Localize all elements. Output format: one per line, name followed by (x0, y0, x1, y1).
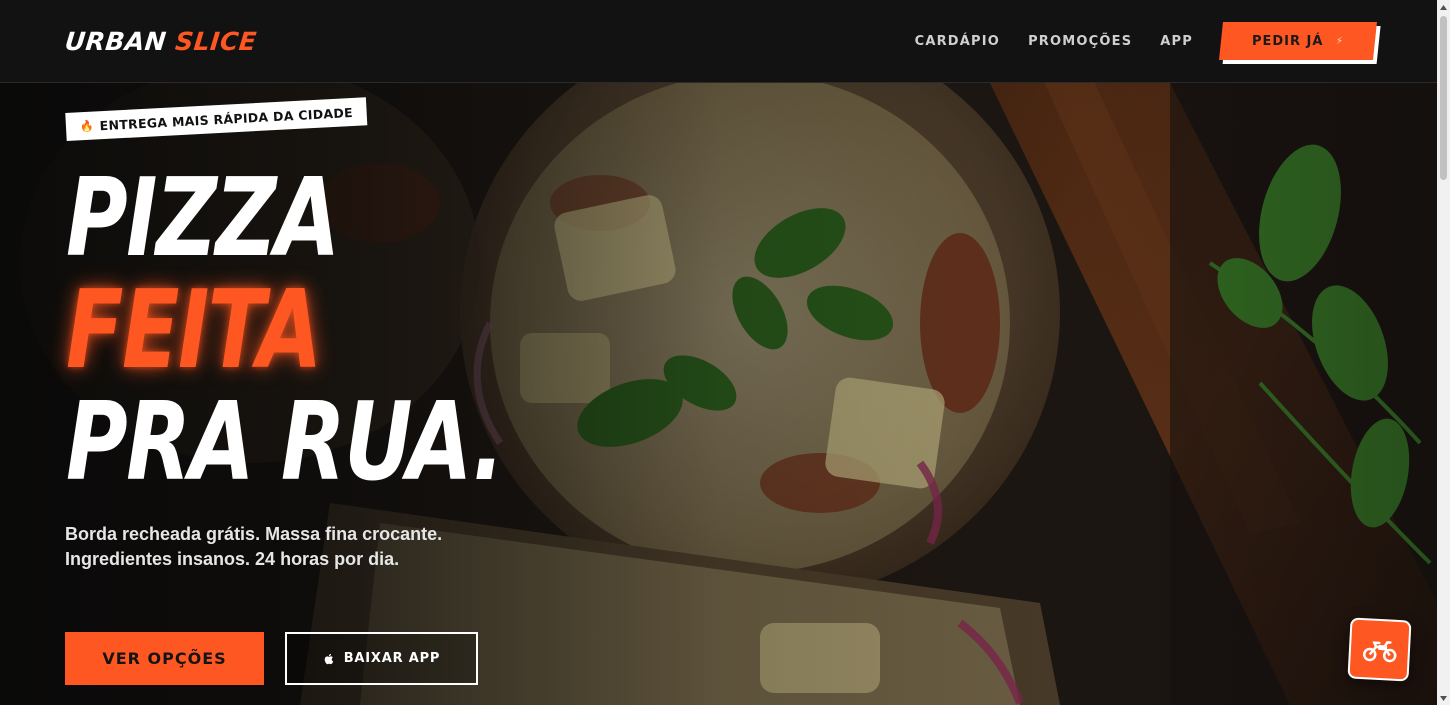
view-options-button[interactable]: VER OPÇÕES (65, 632, 264, 685)
nav-link-promocoes[interactable]: PROMOÇÕES (1028, 34, 1132, 49)
logo[interactable]: URBAN SLICE (63, 27, 258, 56)
headline-line-1: PIZZA (66, 156, 340, 281)
delivery-fab-button[interactable] (1347, 617, 1412, 682)
scroll-down-arrow-icon[interactable] (1437, 691, 1450, 705)
headline-line-2: FEITA (66, 268, 322, 393)
fire-icon: 🔥 (79, 120, 95, 133)
order-now-label: PEDIR JÁ (1252, 33, 1324, 49)
site-header: URBAN SLICE CARDÁPIO PROMOÇÕES APP PEDIR … (0, 0, 1437, 83)
download-app-label: BAIXAR APP (343, 651, 441, 666)
main-nav: CARDÁPIO PROMOÇÕES APP PEDIR JÁ ⚡ (887, 22, 1377, 60)
apple-icon (324, 653, 333, 664)
page-scrollbar[interactable] (1437, 0, 1450, 705)
order-now-button[interactable]: PEDIR JÁ ⚡ (1219, 22, 1377, 60)
nav-link-cardapio[interactable]: CARDÁPIO (915, 34, 1000, 49)
hero-subtitle: Borda recheada grátis. Massa fina crocan… (65, 524, 443, 569)
logo-text-urban: URBAN (63, 26, 168, 56)
download-app-button[interactable]: BAIXAR APP (285, 632, 478, 685)
headline-line-3: PRA RUA. (66, 380, 504, 505)
motorcycle-icon (1362, 640, 1396, 662)
hero-headline: PIZZA FEITA PRA RUA. (66, 163, 626, 499)
bolt-icon: ⚡ (1335, 35, 1344, 47)
scrollbar-thumb[interactable] (1440, 16, 1447, 180)
scroll-up-arrow-icon[interactable] (1437, 0, 1450, 14)
logo-text-slice: SLICE (173, 26, 259, 56)
nav-link-app[interactable]: APP (1160, 34, 1193, 49)
